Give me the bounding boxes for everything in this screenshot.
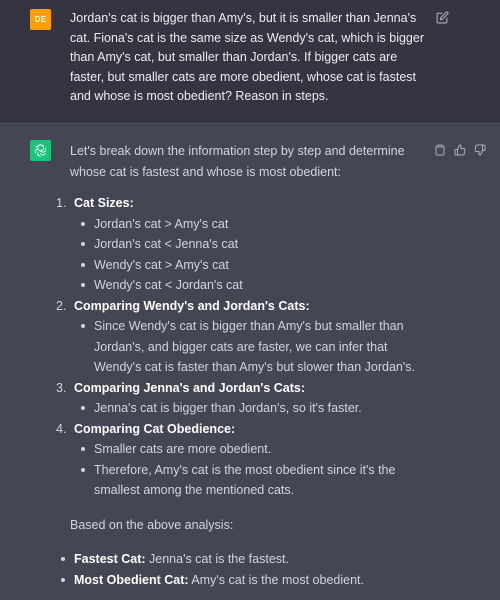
step-item: 3. Comparing Jenna's and Jordan's Cats: … [56,378,430,419]
thumbs-up-icon[interactable] [454,143,466,156]
user-message-text: Jordan's cat is bigger than Amy's, but i… [70,11,424,103]
steps-list: 1. Cat Sizes: Jordan's cat > Amy's cat J… [56,193,430,501]
step-number: 4. [56,421,67,436]
step-number: 1. [56,196,67,210]
list-item: Wendy's cat > Amy's cat [81,255,430,276]
summary-intro: Based on the above analysis: [70,517,234,532]
summary-label: Fastest Cat: [74,552,146,566]
list-item: Jordan's cat > Amy's cat [81,214,430,235]
step-number: 2. [56,298,67,313]
assistant-intro: Let's break down the information step by… [70,144,405,179]
step-bullets: Since Wendy's cat is bigger than Amy's b… [74,316,430,378]
list-item: Wendy's cat < Jordan's cat [81,275,430,296]
step-bullets: Smaller cats are more obedient. Therefor… [74,439,430,501]
step-item: 4. Comparing Cat Obedience: Smaller cats… [56,419,430,501]
summary-text: Jenna's cat is the fastest. [145,552,289,566]
summary-label: Most Obedient Cat: [74,572,189,587]
list-item: Jenna's cat is bigger than Jordan's, so … [81,398,430,419]
list-item: Since Wendy's cat is bigger than Amy's b… [81,316,430,378]
summary-text: Amy's cat is the most obedient. [188,572,364,587]
list-item: Smaller cats are more obedient. [81,439,430,460]
user-message-block: DE Jordan's cat is bigger than Amy's, bu… [0,0,500,122]
thumbs-down-icon[interactable] [474,143,486,156]
user-avatar: DE [30,9,51,30]
step-item: 2. Comparing Wendy's and Jordan's Cats: … [56,296,430,378]
edit-icon[interactable] [436,11,449,24]
step-item: 1. Cat Sizes: Jordan's cat > Amy's cat J… [56,193,430,296]
openai-logo-icon [30,140,51,161]
step-title: Comparing Cat Obedience: [74,421,236,436]
summary-list: Fastest Cat: Jenna's cat is the fastest.… [61,549,430,591]
clipboard-icon[interactable] [434,143,446,156]
assistant-message-content: Let's break down the information step by… [56,141,430,591]
step-number: 3. [56,380,67,395]
list-item: Therefore, Amy's cat is the most obedien… [81,460,430,501]
step-bullets: Jordan's cat > Amy's cat Jordan's cat < … [74,214,430,296]
step-title: Comparing Jenna's and Jordan's Cats: [74,380,305,395]
step-title: Comparing Wendy's and Jordan's Cats: [74,298,310,313]
step-title: Cat Sizes: [74,196,134,210]
summary-item: Fastest Cat: Jenna's cat is the fastest. [61,549,430,570]
list-item: Jordan's cat < Jenna's cat [81,234,430,255]
message-actions [434,143,486,156]
summary-item: Most Obedient Cat: Amy's cat is the most… [61,570,430,591]
step-bullets: Jenna's cat is bigger than Jordan's, so … [74,398,430,419]
